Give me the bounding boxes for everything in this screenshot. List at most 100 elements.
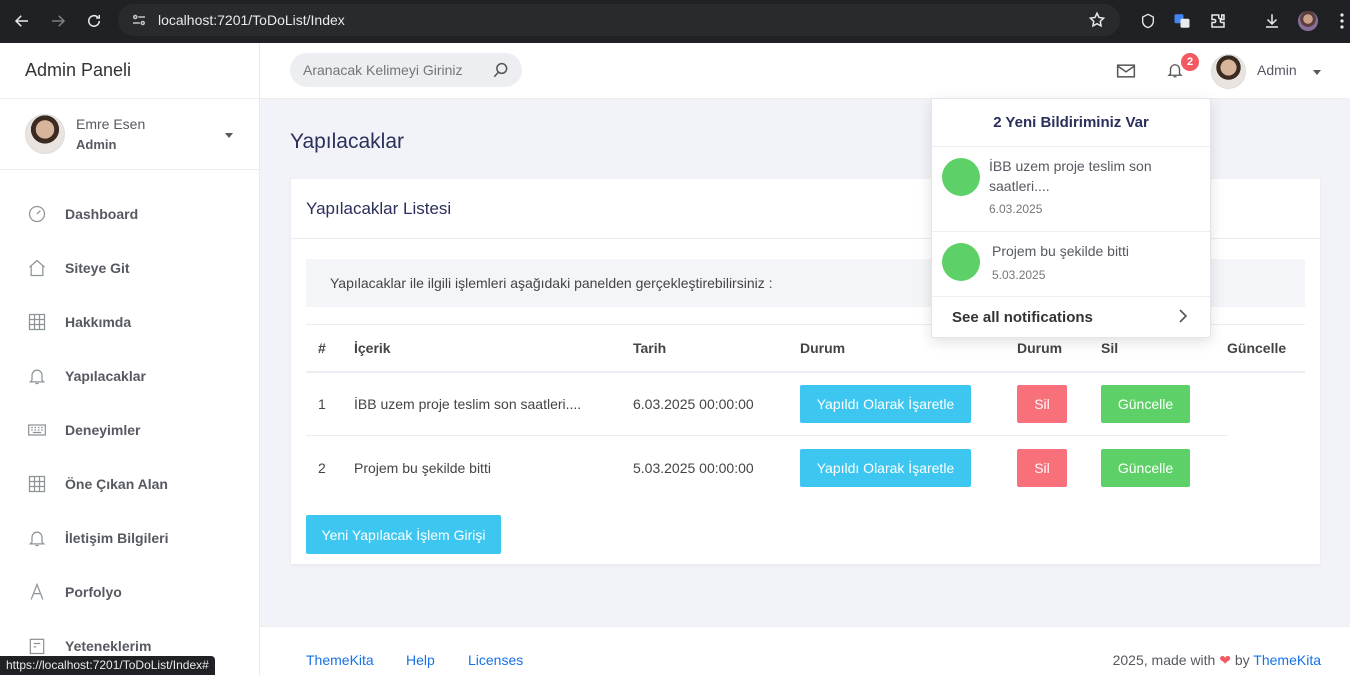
column-header: İçerik	[354, 324, 633, 373]
keyboard-icon	[26, 419, 48, 441]
notification-text-line: İBB uzem proje teslim son	[989, 158, 1152, 174]
extensions-puzzle-icon[interactable]	[1206, 9, 1230, 33]
sidebar-item-yapilacaklar[interactable]: Yapılacaklar	[0, 349, 259, 403]
row-content: İBB uzem proje teslim son saatleri....	[354, 371, 633, 436]
browser-toolbar: localhost:7201/ToDoList/Index	[0, 0, 1350, 43]
sidebar-item-iletisim-bilgileri[interactable]: İletişim Bilgileri	[0, 511, 259, 565]
address-bar[interactable]: localhost:7201/ToDoList/Index	[118, 4, 1120, 36]
sidebar-user-role: Admin	[76, 137, 117, 152]
row-content: Projem bu şekilde bitti	[354, 459, 491, 476]
footer-link-themekita[interactable]: ThemeKita	[306, 652, 374, 668]
notification-date: 6.03.2025	[989, 202, 1043, 216]
sidebar-item-hakkimda[interactable]: Hakkımda	[0, 295, 259, 349]
sidebar-user-panel[interactable]: Emre Esen Admin	[0, 99, 259, 170]
notification-badge: 2	[1181, 53, 1199, 71]
search-input[interactable]	[303, 62, 483, 78]
row-number: 2	[318, 459, 326, 476]
notification-title: 2 Yeni Bildiriminiz Var	[932, 99, 1210, 147]
grid-icon	[26, 473, 48, 495]
sidebar-item-label: Deneyimler	[65, 422, 141, 438]
sidebar-item-one-cikan-alan[interactable]: Öne Çıkan Alan	[0, 457, 259, 511]
heart-icon: ❤	[1219, 652, 1231, 668]
row-number: 1	[306, 371, 354, 436]
avatar	[25, 114, 65, 154]
sidebar-item-label: Yapılacaklar	[65, 368, 146, 384]
empty-cell	[1227, 436, 1305, 500]
see-all-label: See all notifications	[952, 308, 1093, 326]
site-settings-icon[interactable]	[130, 10, 150, 30]
sidebar-item-label: İletişim Bilgileri	[65, 530, 169, 546]
page-title: Yapılacaklar	[290, 130, 405, 153]
column-header: Güncelle	[1227, 324, 1305, 373]
reload-icon[interactable]	[76, 3, 112, 39]
row-date: 6.03.2025 00:00:00	[633, 371, 800, 436]
footer-link-licenses[interactable]: Licenses	[468, 652, 523, 668]
sidebar-menu: Dashboard Siteye Git Hakkımda Yapılacakl…	[0, 170, 259, 673]
new-todo-button[interactable]: Yeni Yapılacak İşlem Girişi	[306, 515, 501, 554]
grid-icon	[26, 311, 48, 333]
column-header: Tarih	[633, 324, 800, 373]
sidebar-item-label: Porfolyo	[65, 584, 122, 600]
todo-table: # İçerik Tarih Durum Durum Sil Güncelle …	[306, 324, 1305, 500]
footer: ThemeKita Help Licenses 2025, made with …	[260, 626, 1350, 675]
mark-done-button[interactable]: Yapıldı Olarak İşaretle	[800, 384, 971, 423]
back-icon[interactable]	[4, 3, 40, 39]
notification-item[interactable]: Projem bu şekilde bitti 5.03.2025	[932, 232, 1210, 297]
sidebar-item-deneyimler[interactable]: Deneyimler	[0, 403, 259, 457]
chevron-down-icon[interactable]	[225, 133, 233, 138]
download-icon[interactable]	[1260, 9, 1284, 33]
delete-button[interactable]: Sil	[1017, 448, 1067, 487]
sidebar-item-label: Siteye Git	[65, 260, 130, 276]
home-icon	[26, 257, 48, 279]
sidebar-item-porfolyo[interactable]: Porfolyo	[0, 565, 259, 619]
chevron-down-icon[interactable]	[1313, 70, 1321, 75]
profile-avatar-icon[interactable]	[1296, 9, 1320, 33]
footer-made-with: 2025, made with	[1112, 652, 1216, 668]
sidebar: Admin Paneli Emre Esen Admin Dashboard S…	[0, 43, 260, 675]
notification-item[interactable]: İBB uzem proje teslim son saatleri.... 6…	[932, 147, 1210, 232]
row-date: 5.03.2025 00:00:00	[633, 459, 754, 476]
bell-icon	[26, 365, 48, 387]
browser-menu-icon[interactable]	[1330, 9, 1350, 33]
avatar[interactable]	[1211, 54, 1246, 89]
calendar-icon	[26, 635, 48, 657]
brand-title[interactable]: Admin Paneli	[0, 43, 259, 99]
notification-text-line: saatleri....	[989, 178, 1050, 194]
mail-icon[interactable]	[1116, 62, 1136, 85]
top-navbar: 2 Admin	[260, 43, 1350, 99]
status-url: https://localhost:7201/ToDoList/Index#	[0, 656, 215, 675]
table-row: 1 İBB uzem proje teslim son saatleri....…	[306, 371, 1305, 436]
bookmark-star-icon[interactable]	[1088, 11, 1106, 34]
column-header: #	[306, 324, 354, 373]
footer-by: by	[1234, 652, 1250, 668]
sidebar-item-label: Dashboard	[65, 206, 139, 222]
table-row: 2 Projem bu şekilde bitti 5.03.2025 00:0…	[306, 436, 1305, 500]
delete-button[interactable]: Sil	[1017, 384, 1067, 423]
update-button[interactable]: Güncelle	[1101, 448, 1190, 487]
footer-brand-link[interactable]: ThemeKita	[1253, 652, 1321, 668]
search-box[interactable]	[290, 53, 522, 87]
notification-text: Projem bu şekilde bitti	[992, 243, 1129, 259]
footer-credit: 2025, made with ❤ by ThemeKita	[1113, 652, 1321, 669]
sidebar-item-dashboard[interactable]: Dashboard	[0, 187, 259, 241]
forward-icon[interactable]	[40, 3, 76, 39]
sidebar-item-label: Öne Çıkan Alan	[65, 476, 168, 492]
mark-done-button[interactable]: Yapıldı Olarak İşaretle	[800, 448, 971, 487]
letter-a-icon	[26, 581, 48, 603]
notification-dot-icon	[942, 243, 980, 281]
see-all-notifications-link[interactable]: See all notifications	[932, 296, 1210, 338]
sidebar-item-siteye-git[interactable]: Siteye Git	[0, 241, 259, 295]
empty-cell	[1227, 372, 1305, 436]
update-button[interactable]: Güncelle	[1101, 384, 1190, 423]
bell-icon	[26, 527, 48, 549]
top-user-label[interactable]: Admin	[1257, 62, 1297, 78]
translate-icon[interactable]	[1170, 9, 1194, 33]
search-icon[interactable]	[492, 61, 510, 84]
sidebar-item-label: Hakkımda	[65, 314, 132, 330]
footer-link-help[interactable]: Help	[406, 652, 435, 668]
sidebar-item-label: Yeteneklerim	[65, 638, 152, 654]
notification-dropdown: 2 Yeni Bildiriminiz Var İBB uzem proje t…	[931, 98, 1211, 338]
url-text[interactable]: localhost:7201/ToDoList/Index	[158, 12, 345, 28]
gauge-icon	[26, 203, 48, 225]
extension-shield-icon[interactable]	[1136, 9, 1160, 33]
